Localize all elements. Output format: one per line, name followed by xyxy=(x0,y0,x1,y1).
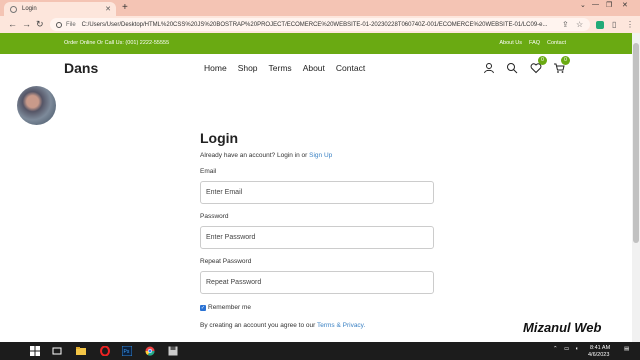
star-icon[interactable]: ☆ xyxy=(576,20,583,29)
url-text: C:/Users/User/Desktop/HTML%20CSS%20JS%20… xyxy=(81,21,548,28)
svg-text:Ps: Ps xyxy=(124,349,130,355)
avatar xyxy=(17,86,56,125)
remember-label: Remember me xyxy=(208,304,251,311)
wishlist-badge: 0 xyxy=(538,56,547,65)
page-scrollbar[interactable] xyxy=(632,33,640,342)
task-view-icon[interactable] xyxy=(52,346,62,356)
tab-title: Login xyxy=(22,6,37,12)
signup-link[interactable]: Sign Up xyxy=(309,152,332,159)
notification-icon[interactable]: ▤ xyxy=(624,346,629,352)
share-icon[interactable]: ⇪ xyxy=(562,20,569,29)
opera-icon[interactable] xyxy=(100,346,110,356)
page-title: Login xyxy=(200,130,239,146)
globe-icon xyxy=(10,5,17,13)
login-form: Login Already have an account? Login in … xyxy=(200,130,434,329)
search-icon[interactable] xyxy=(506,62,518,74)
chrome-icon[interactable] xyxy=(145,346,155,356)
site-header: Dans Home Shop Terms About Contact 0 0 xyxy=(0,54,632,84)
remember-checkbox[interactable]: ✓ xyxy=(200,304,206,311)
browser-tab[interactable]: Login ✕ xyxy=(4,2,116,16)
nav-home[interactable]: Home xyxy=(204,63,227,73)
close-window-icon[interactable]: ✕ xyxy=(622,1,628,9)
photoshop-icon[interactable]: Ps xyxy=(122,346,132,356)
windows-start-icon[interactable] xyxy=(30,346,40,356)
brand-logo[interactable]: Dans xyxy=(64,60,98,76)
contact-text: Order Online Or Call Us: (001) 2222-5555… xyxy=(64,40,170,46)
volume-icon[interactable]: ◖ xyxy=(575,346,578,352)
top-info-bar: Order Online Or Call Us: (001) 2222-5555… xyxy=(0,33,632,54)
back-icon[interactable]: ← xyxy=(8,19,17,29)
password-field[interactable]: Enter Password xyxy=(200,226,434,249)
floppy-icon[interactable] xyxy=(168,346,178,356)
terms-text: By creating an account you agree to our xyxy=(200,322,316,329)
topbar-link-about[interactable]: About Us xyxy=(499,40,522,46)
forward-icon[interactable]: → xyxy=(22,19,31,29)
taskbar: Ps ⌃ ▭ ◖ 8:41 AM 4/6/2023 ▤ xyxy=(0,342,640,360)
url-scheme: File xyxy=(66,21,76,28)
sidepanel-icon[interactable]: ▯ xyxy=(612,20,616,29)
terms-link[interactable]: Terms & Privacy. xyxy=(317,322,365,329)
new-tab-button[interactable]: + xyxy=(122,2,128,13)
login-subtitle: Already have an account? Login in or Sig… xyxy=(200,152,434,159)
chevron-down-icon[interactable]: ⌄ xyxy=(580,1,586,9)
repeat-password-label: Repeat Password xyxy=(200,258,252,265)
nav-terms[interactable]: Terms xyxy=(269,63,292,73)
file-explorer-icon[interactable] xyxy=(76,346,86,356)
network-icon[interactable]: ▭ xyxy=(564,346,569,352)
cart-badge: 0 xyxy=(561,56,570,65)
nav-about[interactable]: About xyxy=(303,63,325,73)
watermark-text: Mizanul Web xyxy=(523,320,602,335)
main-nav: Home Shop Terms About Contact xyxy=(204,63,365,73)
already-text: Already have an account? Login in or xyxy=(200,152,308,159)
menu-dots-icon[interactable]: ⋮ xyxy=(626,20,634,29)
minimize-icon[interactable]: — xyxy=(592,1,599,8)
topbar-link-contact[interactable]: Contact xyxy=(547,40,566,46)
remember-row: ✓ Remember me xyxy=(200,304,434,311)
email-label: Email xyxy=(200,168,217,175)
extension-icon[interactable] xyxy=(596,21,604,29)
address-bar-row: ← → ↻ File C:/Users/User/Desktop/HTML%20… xyxy=(0,16,640,33)
info-icon xyxy=(56,21,62,28)
close-tab-icon[interactable]: ✕ xyxy=(105,5,111,13)
url-input[interactable]: File C:/Users/User/Desktop/HTML%20CSS%20… xyxy=(50,18,590,31)
nav-contact[interactable]: Contact xyxy=(336,63,365,73)
password-label: Password xyxy=(200,213,229,220)
topbar-link-faq[interactable]: FAQ xyxy=(529,40,540,46)
browser-tab-bar: Login ✕ + ⌄ — ❐ ✕ xyxy=(0,0,640,16)
chevron-up-icon[interactable]: ⌃ xyxy=(553,346,558,352)
scrollbar-thumb[interactable] xyxy=(633,43,639,243)
user-icon[interactable] xyxy=(483,62,495,74)
email-field[interactable]: Enter Email xyxy=(200,181,434,204)
reload-icon[interactable]: ↻ xyxy=(36,19,44,30)
repeat-password-field[interactable]: Repeat Password xyxy=(200,271,434,294)
terms-text-row: By creating an account you agree to our … xyxy=(200,322,434,329)
taskbar-date[interactable]: 4/6/2023 xyxy=(588,352,609,358)
nav-shop[interactable]: Shop xyxy=(238,63,258,73)
taskbar-time[interactable]: 8:41 AM xyxy=(590,345,610,351)
maximize-icon[interactable]: ❐ xyxy=(606,1,612,9)
